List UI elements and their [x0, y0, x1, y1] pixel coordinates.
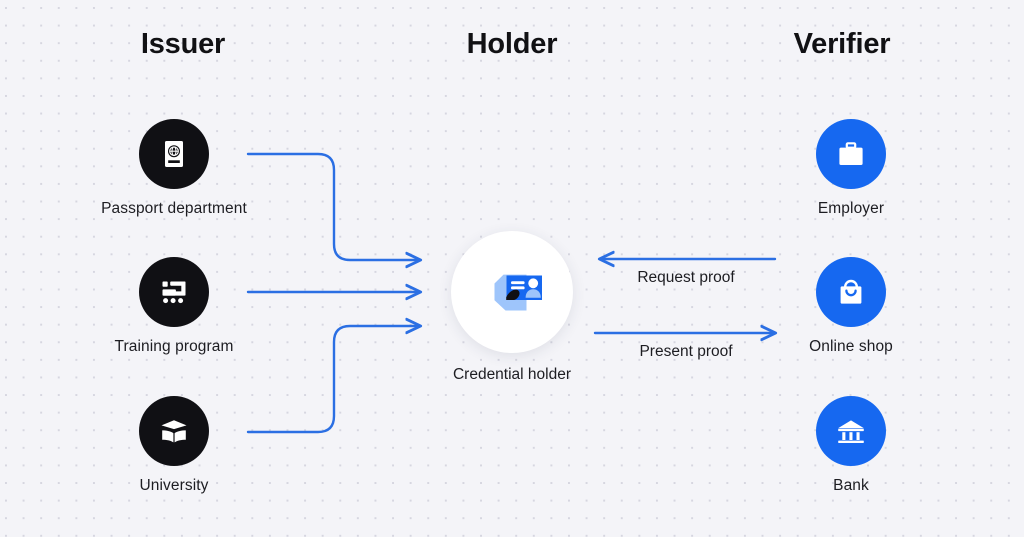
training-program-badge [139, 257, 209, 327]
passport-icon [165, 141, 183, 167]
bank-building-icon [838, 420, 864, 443]
bank-badge [816, 396, 886, 466]
flow-label-present-proof: Present proof [639, 343, 733, 360]
briefcase-icon [839, 142, 863, 165]
node-training-program[interactable]: Training program [74, 257, 274, 356]
credential-holder-badge [451, 231, 573, 353]
node-label-university: University [139, 477, 209, 494]
column-heading-verifier: Verifier [793, 28, 891, 60]
node-label-online-shop: Online shop [809, 338, 893, 355]
node-online-shop[interactable]: Online shop [751, 257, 951, 356]
node-university[interactable]: University [74, 396, 274, 495]
hand-holding-id-card-icon [494, 274, 542, 311]
node-label-passport-department: Passport department [101, 200, 247, 217]
diagram-canvas: Issuer Holder Verifier Passport departme… [0, 0, 1024, 537]
column-heading-holder: Holder [466, 28, 558, 60]
node-credential-holder[interactable]: Credential holder [392, 231, 632, 384]
training-chip-icon [162, 281, 186, 304]
node-label-credential-holder: Credential holder [452, 366, 572, 383]
shopping-bag-icon [840, 279, 862, 304]
graduation-book-icon [161, 420, 187, 443]
node-bank[interactable]: Bank [751, 396, 951, 495]
node-employer[interactable]: Employer [751, 119, 951, 218]
university-badge [139, 396, 209, 466]
node-label-employer: Employer [817, 200, 885, 217]
node-label-bank: Bank [833, 477, 869, 494]
column-heading-issuer: Issuer [140, 28, 226, 60]
flow-label-request-proof: Request proof [637, 269, 735, 286]
node-label-training-program: Training program [114, 338, 234, 355]
passport-department-badge [139, 119, 209, 189]
node-passport-department[interactable]: Passport department [74, 119, 274, 218]
employer-badge [816, 119, 886, 189]
online-shop-badge [816, 257, 886, 327]
